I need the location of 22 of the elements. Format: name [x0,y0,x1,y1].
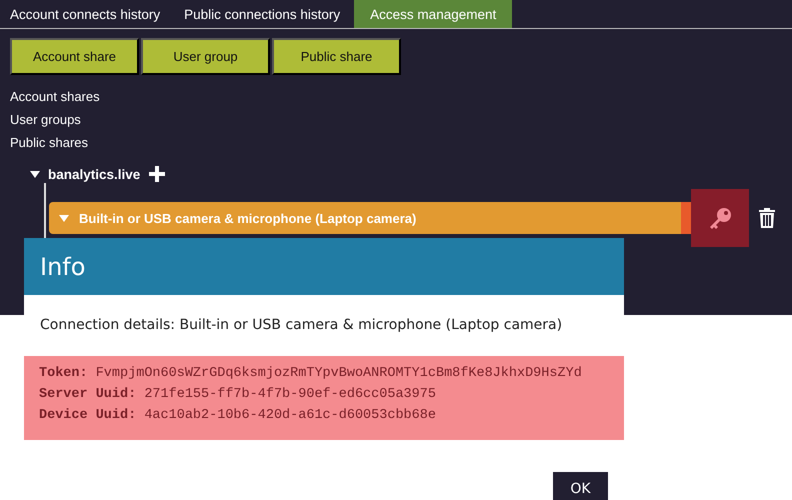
plus-icon[interactable] [148,165,166,183]
detail-line: Token: FvmpjmOn60sWZrGDq6ksmjozRmTYpvBwoANROMTY1cBm8fKe8JkhxD9HsZYd [39,366,583,381]
section-link[interactable]: Account shares [10,89,100,105]
toolbar-button[interactable]: Account share [10,38,139,75]
key-button[interactable] [691,189,749,247]
toolbar-button[interactable]: User group [141,38,270,75]
tab[interactable]: Public connections history [174,0,350,28]
detail-line: Device Uuid: 4ac10ab2-10b6-420d-a61c-d60053cbb68e [39,408,437,423]
ok-button[interactable]: OK [553,472,608,500]
section-link[interactable]: User groups [10,112,81,128]
dialog-message: Connection details: Built-in or USB camera & microphone (Laptop camera) [40,317,562,333]
device-label: Built-in or USB camera & microphone (Laptop camera) [79,210,416,226]
detail-line: Server Uuid: 271fe155-ff7b-4f7b-90ef-ed6cc05a3975 [39,387,437,402]
expand-caret-icon[interactable] [30,170,40,178]
tab[interactable]: Access management [354,0,512,28]
dialog-title: Info [40,252,86,280]
trash-icon [758,207,776,229]
tab[interactable]: Account connects history [0,0,170,28]
section-link[interactable]: Public shares [10,135,88,151]
key-icon [708,207,732,229]
toolbar-button[interactable]: Public share [272,38,401,75]
tree-node-label[interactable]: banalytics.live [48,166,140,182]
